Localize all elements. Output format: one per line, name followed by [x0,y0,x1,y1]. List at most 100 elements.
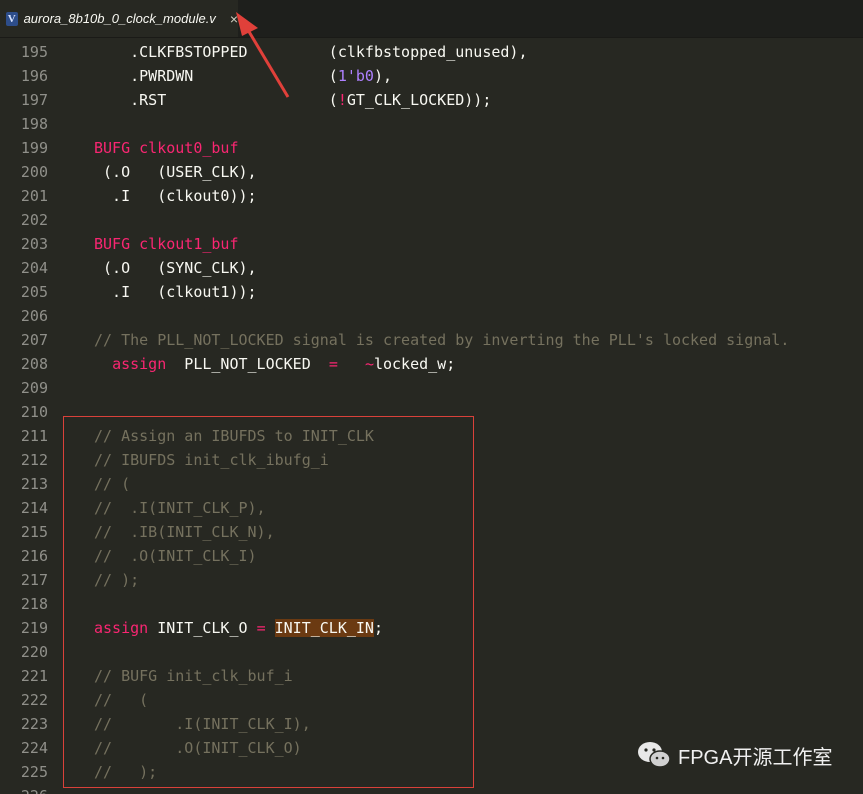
code-line[interactable]: 214 // .I(INIT_CLK_P), [0,496,863,520]
code-token: .CLKFBSTOPPED (clkfbstopped_unused), [94,43,528,61]
code-line[interactable]: 199 BUFG clkout0_buf [0,136,863,160]
code-token: = [328,355,338,373]
line-number: 219 [20,619,48,637]
code-token: (.O (SYNC_CLK), [94,259,257,277]
code-text: assign PLL_NOT_LOCKED = ~locked_w; [94,352,455,376]
code-token: // IBUFDS init_clk_ibufg_i [94,451,329,469]
code-line[interactable]: 212 // IBUFDS init_clk_ibufg_i [0,448,863,472]
line-number: 203 [20,235,48,253]
code-line[interactable]: 195 .CLKFBSTOPPED (clkfbstopped_unused), [0,40,863,64]
code-line[interactable]: 211 // Assign an IBUFDS to INIT_CLK [0,424,863,448]
code-text: .CLKFBSTOPPED (clkfbstopped_unused), [94,40,527,64]
code-text: .I (clkout1)); [94,280,257,304]
code-token: .PWRDWN ( [94,67,338,85]
code-text: // IBUFDS init_clk_ibufg_i [94,448,329,472]
code-line[interactable]: 222 // ( [0,688,863,712]
code-line[interactable]: 220 [0,640,863,664]
code-token: ! [337,91,347,109]
line-number: 210 [20,403,48,421]
code-token: 1'b0 [337,67,374,85]
wechat-icon [638,742,671,768]
code-token: locked_w; [373,355,456,373]
watermark-text: FPGA开源工作室 [678,746,833,769]
code-line[interactable]: 202 [0,208,863,232]
code-token: // .I(INIT_CLK_I), [94,715,311,733]
code-text: BUFG clkout0_buf [94,136,239,160]
code-token: // ); [94,571,140,589]
line-number: 225 [20,763,48,781]
line-number: 202 [20,211,48,229]
code-line[interactable]: 217 // ); [0,568,863,592]
code-text: // ); [94,760,157,784]
code-token: ; [373,619,383,637]
code-text: // .O(INIT_CLK_O) [94,736,302,760]
code-line[interactable]: 221 // BUFG init_clk_buf_i [0,664,863,688]
code-line[interactable]: 216 // .O(INIT_CLK_I) [0,544,863,568]
code-line[interactable]: 210 [0,400,863,424]
line-number: 199 [20,139,48,157]
code-editor[interactable]: 195 .CLKFBSTOPPED (clkfbstopped_unused),… [0,37,863,794]
code-line[interactable]: 226 [0,784,863,794]
code-line[interactable]: 206 [0,304,863,328]
code-line[interactable]: 208 assign PLL_NOT_LOCKED = ~locked_w; [0,352,863,376]
line-number: 204 [20,259,48,277]
code-token: INIT_CLK_O [148,619,257,637]
verilog-file-icon: V [6,11,18,26]
code-token: // .O(INIT_CLK_O) [94,739,302,757]
close-icon[interactable]: × [230,11,238,27]
code-line[interactable]: 205 .I (clkout1)); [0,280,863,304]
code-text: (.O (SYNC_CLK), [94,256,257,280]
code-text: .RST (!GT_CLK_LOCKED)); [94,88,491,112]
tab-title: aurora_8b10b_0_clock_module.v [23,11,216,26]
code-line[interactable]: 207 // The PLL_NOT_LOCKED signal is creat… [0,328,863,352]
code-line[interactable]: 200 (.O (USER_CLK), [0,160,863,184]
code-text: BUFG clkout1_buf [94,232,239,256]
code-line[interactable]: 203 BUFG clkout1_buf [0,232,863,256]
code-text: // The PLL_NOT_LOCKED signal is created … [94,328,789,352]
code-line[interactable]: 209 [0,376,863,400]
code-text: assign INIT_CLK_O = INIT_CLK_IN; [94,616,383,640]
line-number: 209 [20,379,48,397]
code-text: // Assign an IBUFDS to INIT_CLK [94,424,374,448]
code-line[interactable]: 196 .PWRDWN (1'b0), [0,64,863,88]
code-line[interactable]: 218 [0,592,863,616]
code-text: // ( [94,472,130,496]
code-token: BUFG clkout1_buf [94,235,239,253]
code-token: // ( [94,475,131,493]
line-number: 198 [20,115,48,133]
line-number: 222 [20,691,48,709]
code-token: PLL_NOT_LOCKED [166,355,329,373]
line-number: 214 [20,499,48,517]
code-text: // .I(INIT_CLK_I), [94,712,311,736]
code-text: (.O (USER_CLK), [94,160,257,184]
line-number: 223 [20,715,48,733]
code-text: // .O(INIT_CLK_I) [94,544,257,568]
code-line[interactable]: 219 assign INIT_CLK_O = INIT_CLK_IN; [0,616,863,640]
code-token: INIT_CLK_IN [274,619,374,637]
code-token: // .I(INIT_CLK_P), [94,499,266,517]
tab-aurora-clock-module[interactable]: V aurora_8b10b_0_clock_module.v × [0,0,238,37]
line-number: 216 [20,547,48,565]
code-text: // .IB(INIT_CLK_N), [94,520,275,544]
line-number: 196 [20,67,48,85]
line-number: 217 [20,571,48,589]
code-line[interactable]: 223 // .I(INIT_CLK_I), [0,712,863,736]
code-line[interactable]: 197 .RST (!GT_CLK_LOCKED)); [0,88,863,112]
code-line[interactable]: 198 [0,112,863,136]
code-token: .RST ( [94,91,338,109]
code-line[interactable]: 215 // .IB(INIT_CLK_N), [0,520,863,544]
line-number: 224 [20,739,48,757]
line-number: 212 [20,451,48,469]
tab-bar: V aurora_8b10b_0_clock_module.v × [0,0,863,38]
code-token: // ); [94,763,158,781]
code-line[interactable]: 213 // ( [0,472,863,496]
code-line[interactable]: 204 (.O (SYNC_CLK), [0,256,863,280]
code-text: .I (clkout0)); [94,184,257,208]
code-token: .I (clkout1)); [94,283,257,301]
code-token: GT_CLK_LOCKED)); [346,91,492,109]
line-number: 197 [20,91,48,109]
code-line[interactable]: 201 .I (clkout0)); [0,184,863,208]
